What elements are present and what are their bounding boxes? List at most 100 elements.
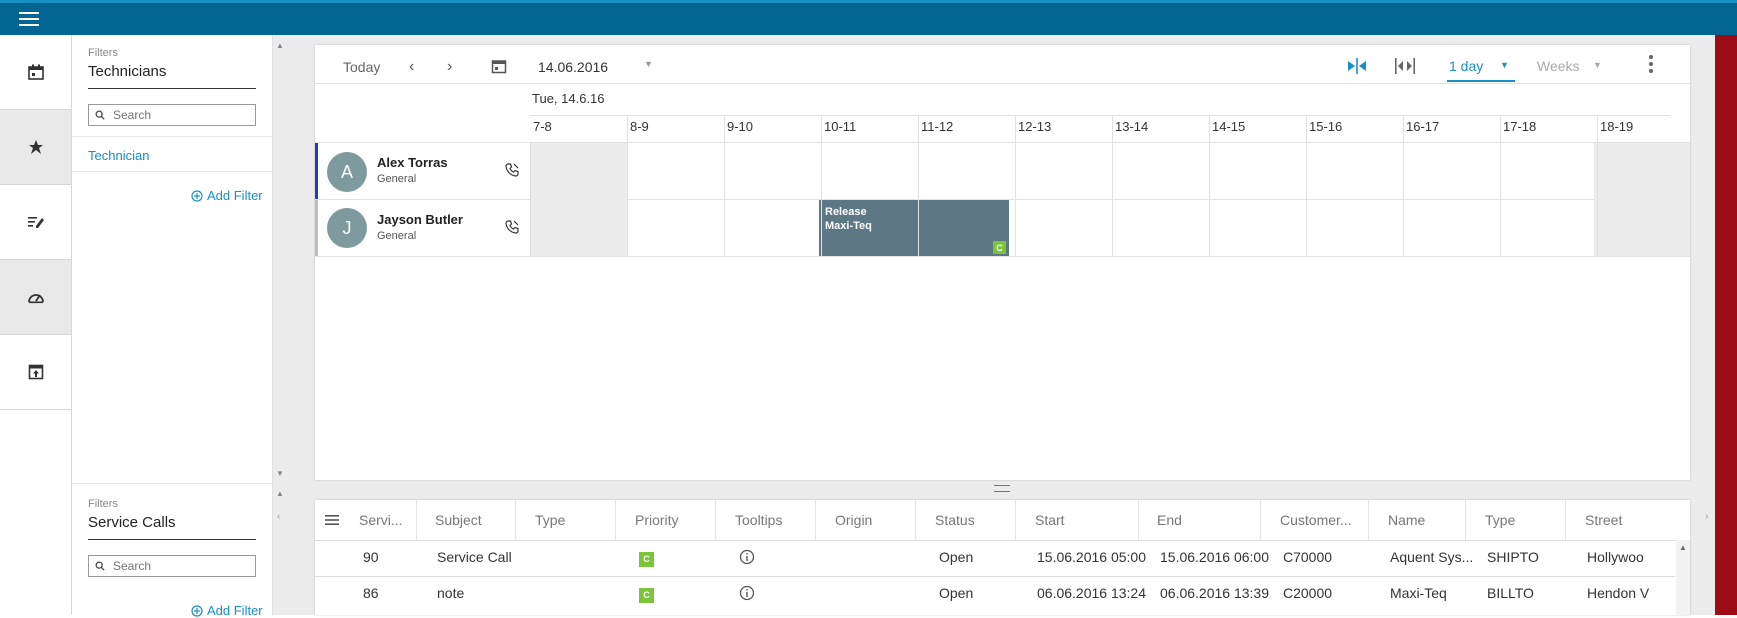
off-hours-cell — [1594, 143, 1690, 256]
pane-splitter[interactable]: ▲ ▼ ▲ ‹ — [273, 35, 288, 615]
view-range-select[interactable]: 1 day — [1449, 58, 1483, 74]
next-day-button[interactable]: › — [447, 58, 452, 76]
priority-badge: C — [639, 587, 654, 603]
technicians-filter-title: Technicians — [88, 63, 167, 80]
add-filter-button[interactable]: Add Filter — [191, 188, 263, 203]
hour-header: 11-12 — [921, 119, 954, 134]
technician-filter-item[interactable]: Technician — [88, 148, 149, 163]
add-circle-icon — [191, 189, 203, 202]
collapse-up-icon[interactable]: ▲ — [276, 489, 284, 498]
nav-calendar[interactable] — [0, 35, 71, 110]
right-edge-bar — [1715, 35, 1737, 615]
service-calls-grid: ▲ Servi... Subject Type Priority Tooltips Ori… — [315, 500, 1690, 615]
table-cell: C70000 — [1283, 549, 1333, 565]
search-icon — [95, 110, 105, 120]
edit-list-icon — [27, 217, 44, 228]
table-cell: 06.06.2016 13:39 — [1160, 585, 1269, 601]
today-button[interactable]: Today — [343, 59, 380, 75]
add-filter-button[interactable]: Add Filter — [191, 603, 263, 618]
column-header[interactable]: Origin — [835, 512, 872, 528]
info-icon[interactable] — [739, 549, 755, 568]
priority-cell: C — [639, 549, 654, 567]
technician-row[interactable]: A Alex Torras General — [315, 143, 530, 199]
scheduler-panel: Today ‹ › 14.06.2016 ▼ 1 day ▼ Weeks ▼ T… — [315, 45, 1690, 480]
more-options-icon[interactable] — [1649, 55, 1653, 73]
service-call-search-input[interactable] — [88, 555, 256, 577]
row-marker — [315, 200, 318, 256]
panel-resize-handle[interactable] — [994, 485, 1010, 492]
table-cell: Aquent Sys... — [1390, 549, 1474, 565]
grid-scrollbar[interactable]: ▲ — [1676, 540, 1690, 615]
technician-group: General — [377, 173, 417, 185]
dashboard-icon — [27, 294, 44, 304]
technician-row[interactable]: J Jayson Butler General — [315, 200, 530, 256]
collapse-left-icon[interactable]: ‹ — [277, 511, 280, 522]
column-header[interactable]: Start — [1035, 512, 1065, 528]
nav-dispatch[interactable] — [0, 110, 71, 185]
info-icon[interactable] — [739, 585, 755, 604]
hour-header: 9-10 — [727, 119, 754, 134]
technician-search-field[interactable] — [111, 107, 255, 123]
view-range-dropdown-icon[interactable]: ▼ — [1500, 60, 1509, 70]
column-header[interactable]: Subject — [435, 512, 482, 528]
hour-header: 18-19 — [1600, 119, 1634, 134]
calendar-picker-icon[interactable] — [491, 58, 507, 74]
avatar: J — [327, 208, 367, 248]
hour-header: 10-11 — [824, 119, 857, 134]
column-header[interactable]: Status — [935, 512, 975, 528]
column-header[interactable]: Type — [535, 512, 565, 528]
priority-cell: C — [639, 585, 654, 603]
collapse-up-icon[interactable]: ▲ — [276, 41, 284, 50]
technician-name: Alex Torras — [377, 155, 448, 170]
column-header[interactable]: Tooltips — [735, 512, 782, 528]
column-header[interactable]: Name — [1388, 512, 1425, 528]
fit-to-screen-icon[interactable] — [1346, 57, 1368, 75]
column-header[interactable]: Type — [1485, 512, 1515, 528]
filters-label: Filters — [88, 47, 118, 59]
column-header[interactable]: Servi... — [359, 512, 403, 528]
collapse-down-icon[interactable]: ▼ — [276, 469, 284, 478]
table-cell: C20000 — [1283, 585, 1333, 601]
weeks-select[interactable]: Weeks — [1537, 58, 1580, 74]
table-cell: Open — [939, 585, 974, 601]
nav-edit-list[interactable] — [0, 185, 71, 260]
table-cell: SHIPTO — [1487, 549, 1539, 565]
filters-label: Filters — [88, 498, 118, 510]
column-menu-icon[interactable] — [324, 513, 340, 527]
scroll-up-icon[interactable]: ▲ — [1676, 540, 1690, 552]
hour-header: 8-9 — [630, 119, 649, 134]
expand-right-icon[interactable]: › — [1705, 511, 1708, 522]
hamburger-menu-icon[interactable] — [19, 12, 39, 26]
phone-icon[interactable] — [505, 220, 519, 234]
table-cell: 15.06.2016 05:00 — [1037, 549, 1146, 565]
table-cell: BILLTO — [1487, 585, 1534, 601]
table-cell: 06.06.2016 13:24 — [1037, 585, 1146, 601]
expand-width-icon[interactable] — [1394, 57, 1416, 75]
weeks-dropdown-icon[interactable]: ▼ — [1593, 60, 1602, 70]
column-header[interactable]: Customer... — [1280, 512, 1352, 528]
table-cell: 90 — [363, 549, 379, 565]
hour-header: 17-18 — [1503, 119, 1537, 134]
phone-icon[interactable] — [505, 163, 519, 177]
nav-dashboard[interactable] — [0, 260, 71, 335]
column-header[interactable]: End — [1157, 512, 1182, 528]
nav-open[interactable] — [0, 335, 71, 410]
service-call-search-field[interactable] — [111, 558, 255, 574]
table-cell: Maxi-Teq — [1390, 585, 1447, 601]
hour-header: 12-13 — [1018, 119, 1052, 134]
event-customer: Maxi-Teq — [825, 220, 872, 232]
table-cell: Open — [939, 549, 974, 565]
technician-search-input[interactable] — [88, 104, 256, 126]
previous-day-button[interactable]: ‹ — [409, 58, 414, 76]
table-row[interactable] — [315, 576, 1675, 612]
column-header[interactable]: Priority — [635, 512, 679, 528]
date-field[interactable]: 14.06.2016 — [538, 59, 608, 75]
date-dropdown-icon[interactable]: ▼ — [644, 59, 653, 69]
table-cell: Hollywoo — [1587, 549, 1644, 565]
filter-pane: Filters Technicians Technician Add Filte… — [72, 35, 273, 618]
hour-header: 14-15 — [1212, 119, 1246, 134]
scheduled-event[interactable]: Release Maxi-Teq C — [819, 200, 1009, 256]
column-header[interactable]: Street — [1585, 512, 1622, 528]
search-icon — [95, 561, 105, 571]
off-hours-cell — [530, 143, 627, 256]
